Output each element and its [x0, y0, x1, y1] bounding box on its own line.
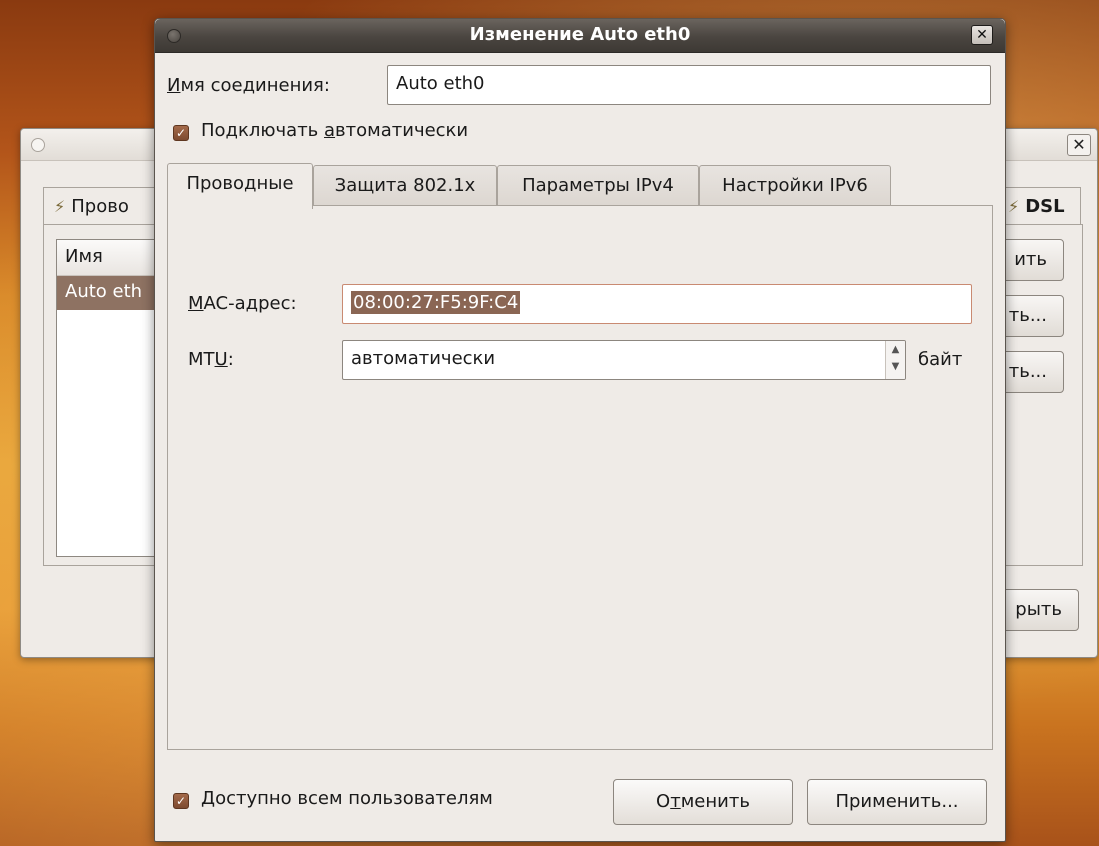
bg-close-icon[interactable]: ✕ [1067, 134, 1091, 156]
all-users-label[interactable]: Доступно всем пользователям [201, 788, 493, 809]
titlebar: Изменение Auto eth0 ✕ [155, 19, 1005, 53]
mtu-spin-input[interactable]: автоматически ▲ ▼ [342, 340, 906, 380]
chevron-down-icon[interactable]: ▼ [892, 361, 900, 372]
auto-connect-label[interactable]: Подключать автоматически [201, 120, 468, 141]
tab-wired[interactable]: Проводные [167, 163, 313, 209]
tab-security-8021x[interactable]: Защита 802.1x [313, 165, 497, 207]
all-users-checkbox[interactable]: ✓ [173, 793, 189, 809]
edit-connection-dialog: Изменение Auto eth0 ✕ Имя соединения: Au… [154, 18, 1006, 842]
mac-address-input[interactable]: 08:00:27:F5:9F:C4 [342, 284, 972, 324]
plug-icon: ⚡ [1008, 197, 1020, 216]
tab-dsl-bg[interactable]: ⚡ DSL [1001, 187, 1081, 225]
auto-connect-checkbox[interactable]: ✓ [173, 125, 189, 141]
chevron-up-icon[interactable]: ▲ [892, 344, 900, 355]
mac-address-value: 08:00:27:F5:9F:C4 [351, 291, 521, 314]
mac-address-label: МAC-адрес: [188, 293, 297, 314]
connection-name-label: Имя соединения: [167, 75, 330, 96]
mtu-value: автоматически [351, 348, 496, 369]
mtu-unit-label: байт [918, 349, 963, 370]
plug-icon: ⚡ [54, 197, 66, 216]
tab-ipv6-settings[interactable]: Настройки IPv6 [699, 165, 891, 207]
close-icon[interactable]: ✕ [971, 25, 993, 45]
mtu-label: MTU: [188, 349, 234, 370]
cancel-button[interactable]: Отменить [613, 779, 793, 825]
bg-window-menu-icon[interactable] [31, 138, 45, 152]
tab-ipv4-settings[interactable]: Параметры IPv4 [497, 165, 699, 207]
spin-buttons[interactable]: ▲ ▼ [885, 341, 905, 379]
apply-button[interactable]: Применить... [807, 779, 987, 825]
connection-name-input[interactable]: Auto eth0 [387, 65, 991, 105]
dialog-title: Изменение Auto eth0 [469, 24, 691, 45]
wired-tab-panel: МAC-адрес: 08:00:27:F5:9F:C4 MTU: автома… [167, 205, 993, 750]
